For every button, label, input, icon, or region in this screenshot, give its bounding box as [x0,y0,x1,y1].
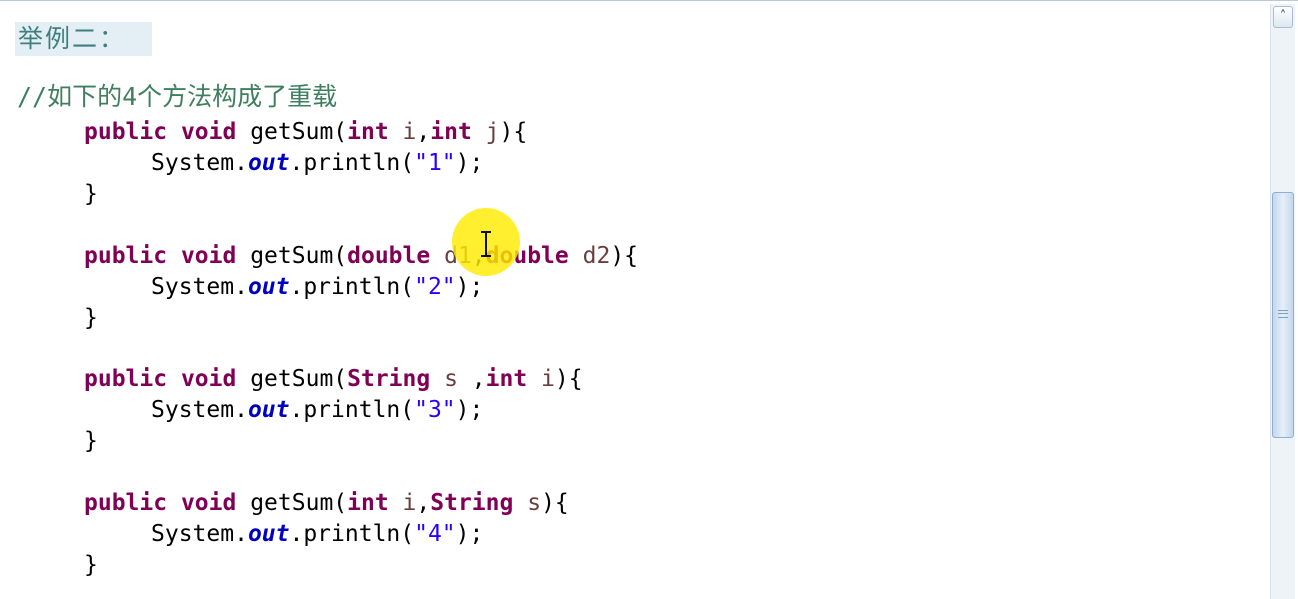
param-type: int [347,489,389,516]
code-comment: //如下的4个方法构成了重载 [17,82,338,111]
method-name: getSum( [250,119,348,145]
text-cursor-icon [480,231,491,257]
body-println: .println( [289,397,415,423]
param-name: i [541,366,555,392]
body-println: .println( [289,273,415,300]
keyword-public: public [84,242,168,269]
param-separator: , [416,489,431,516]
body-system: System. [151,520,248,547]
signature-open: ){ [610,242,639,269]
code-editor[interactable]: 举例二： //如下的4个方法构成了重载 public void getSum(i… [0,1,1268,599]
method-signature[interactable]: public void getSum(String s ,int i){ [84,364,583,395]
chevron-up-icon: ˄ [1279,9,1287,24]
method-signature[interactable]: public void getSum(double d1,double d2){ [84,241,638,272]
param-type: String [347,366,431,392]
keyword-public: public [84,489,168,516]
keyword-void: void [180,366,237,392]
body-end: ); [455,273,484,300]
param-name: s [527,489,542,516]
body-end: ); [455,520,484,547]
editor-window: 举例二： //如下的4个方法构成了重载 public void getSum(i… [0,0,1298,599]
string-literal: "4" [414,520,456,547]
closing-brace: } [84,428,98,454]
example-heading: 举例二： [15,22,152,56]
scroll-up-button[interactable]: ˄ [1273,6,1293,28]
closing-brace: } [84,551,98,578]
method-name: getSum( [250,242,348,269]
method-name: getSum( [250,366,348,392]
body-system: System. [151,273,248,300]
param-name: j [485,119,500,145]
param-name: d2 [582,242,611,269]
method-body[interactable]: System.out.println("3"); [151,395,483,426]
param-name: i [402,119,417,145]
signature-open: ){ [541,489,569,516]
method-signature[interactable]: public void getSum(int i,String s){ [84,488,569,519]
method-body[interactable]: System.out.println("2"); [151,272,483,303]
scrollbar-thumb[interactable] [1272,192,1294,438]
vertical-scrollbar[interactable]: ˄ [1270,4,1295,599]
body-end: ); [455,150,484,176]
string-literal: "2" [414,273,456,300]
string-literal: "1" [414,150,456,176]
body-field-out: out [247,397,290,423]
body-println: .println( [289,520,415,547]
body-end: ); [455,397,484,423]
keyword-public: public [84,366,168,392]
keyword-void: void [180,489,237,516]
param-type: String [430,489,514,516]
body-println: .println( [289,150,415,176]
body-system: System. [151,150,248,176]
param-name: i [402,489,417,516]
body-system: System. [151,397,248,423]
method-body[interactable]: System.out.println("4"); [151,519,483,550]
method-body[interactable]: System.out.println("1"); [151,148,483,179]
method-name: getSum( [250,489,348,516]
keyword-void: void [180,119,237,145]
body-field-out: out [247,520,290,547]
closing-brace: } [84,304,98,331]
closing-brace: } [84,181,98,207]
param-type: int [485,366,528,392]
method-signature[interactable]: public void getSum(int i,int j){ [84,117,527,148]
signature-open: ){ [554,366,583,392]
param-name: s [444,366,458,392]
grip-icon [1278,310,1288,318]
string-literal: "3" [414,397,456,423]
param-type: double [347,242,431,269]
body-field-out: out [247,273,290,300]
param-type: int [430,119,472,145]
signature-open: ){ [499,119,528,145]
keyword-public: public [84,119,168,145]
param-type: int [347,119,389,145]
keyword-void: void [180,242,237,269]
body-field-out: out [247,150,290,176]
param-separator: , [457,366,486,392]
param-separator: , [416,119,431,145]
